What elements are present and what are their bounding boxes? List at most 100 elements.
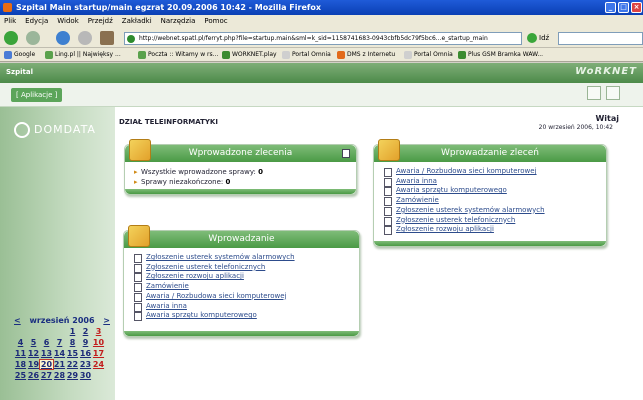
bookmark-icon — [458, 51, 466, 59]
bookmark-item[interactable]: Poczta :: Witamy w rs... — [138, 48, 218, 61]
bookmark-item[interactable]: Ling.pl || Najwięksy ... — [45, 48, 121, 61]
calendar-day[interactable]: 22 — [66, 360, 79, 369]
panel-link[interactable]: Zgłoszenie usterek telefonicznych — [384, 216, 600, 226]
calendar-day[interactable]: 12 — [27, 349, 40, 358]
panel-title: Wprowadzanie zleceń — [440, 148, 539, 158]
calendar-day[interactable]: 30 — [79, 371, 92, 380]
panel-link[interactable]: Awaria sprzętu komputerowego — [384, 186, 600, 197]
minimize-button[interactable]: _ — [605, 2, 616, 13]
panel-body: Awaria / Rozbudowa sieci komputerowej Awa… — [374, 162, 606, 239]
users-icon[interactable] — [606, 86, 620, 100]
folder-icon — [128, 225, 150, 247]
bookmark-icon — [138, 51, 146, 59]
greeting: Witaj — [595, 114, 619, 123]
panel-link[interactable]: Zamówienie — [134, 282, 353, 292]
calendar-day[interactable]: 7 — [53, 338, 66, 347]
calendar-day[interactable]: 24 — [92, 360, 105, 369]
calendar-day[interactable]: 20 — [39, 359, 54, 370]
panel-body: Zgłoszenie usterek systemów alarmowych Zg… — [124, 248, 359, 325]
url-field[interactable]: http://webnet.spatl.pl/ferryt.php?file=s… — [124, 32, 522, 45]
bookmark-item[interactable]: Plus GSM Bramka WAW... — [458, 48, 543, 61]
go-button[interactable]: Idź — [527, 32, 553, 45]
prev-month-button[interactable]: < — [14, 316, 21, 325]
reload-icon[interactable] — [56, 31, 70, 45]
bookmark-item[interactable]: Portal Omnia — [404, 48, 453, 61]
calendar-empty-cell — [92, 371, 105, 380]
search-input[interactable] — [558, 32, 643, 45]
back-icon[interactable] — [4, 31, 18, 45]
calendar-day[interactable]: 8 — [66, 338, 79, 347]
calendar-day[interactable]: 11 — [14, 349, 27, 358]
calendar-day[interactable]: 13 — [40, 349, 53, 358]
bookmark-icon — [4, 51, 12, 59]
calendar-day[interactable]: 1 — [66, 327, 79, 336]
department-title: DZIAŁ TELEINFORMATYKI — [119, 118, 218, 126]
calendar-day[interactable]: 19 — [27, 360, 40, 369]
panel-link[interactable]: Awaria sprzętu komputerowego — [134, 311, 353, 321]
panel-header: Wprowadzanie zleceń — [374, 139, 606, 162]
calendar-day[interactable]: 14 — [53, 349, 66, 358]
home-icon[interactable] — [587, 86, 601, 100]
calendar-day[interactable]: 27 — [40, 371, 53, 380]
company-logo: DOMDATA — [14, 121, 108, 139]
calendar-day[interactable]: 3 — [92, 327, 105, 336]
home-icon[interactable] — [100, 31, 114, 45]
bookmark-icon — [45, 51, 53, 59]
bookmark-item[interactable]: Portal Omnia — [282, 48, 331, 61]
forward-icon[interactable] — [26, 31, 40, 45]
menu-zakladki[interactable]: Zakładki — [122, 15, 152, 28]
panel-link[interactable]: Awaria / Rozbudowa sieci komputerowej — [384, 167, 600, 177]
calendar-day[interactable]: 2 — [79, 327, 92, 336]
panel-link[interactable]: Zgłoszenie usterek telefonicznych — [134, 263, 353, 273]
bookmark-item[interactable]: DMS z Internetu — [337, 48, 395, 61]
menu-przejdz[interactable]: Przejdź — [88, 15, 113, 28]
panel-body: Wszystkie wprowadzone sprawy: 0 Sprawy n… — [125, 162, 356, 191]
next-month-button[interactable]: > — [103, 316, 110, 325]
panel-header: Wprowadzone zlecenia — [125, 139, 356, 162]
close-button[interactable]: × — [631, 2, 642, 13]
calendar-day[interactable]: 18 — [14, 360, 27, 369]
calendar-day[interactable]: 4 — [14, 338, 27, 347]
bookmark-icon — [222, 51, 230, 59]
calendar-day[interactable]: 6 — [40, 338, 53, 347]
panel-footer — [124, 331, 359, 336]
calendar-empty-cell — [40, 327, 53, 336]
calendar-grid: 1 2 3 4 5 6 7 8 9 10 11 12 13 14 15 16 17 18 19 20 21 22 23 24 2… — [14, 327, 110, 380]
menu-edycja[interactable]: Edycja — [25, 15, 48, 28]
panel-link[interactable]: Awaria / Rozbudowa sieci komputerowej — [134, 292, 353, 302]
tab-aplikacje[interactable]: [ Aplikacje ] — [11, 88, 63, 102]
calendar-day[interactable]: 28 — [53, 371, 66, 380]
panel-link[interactable]: Awaria inna — [134, 302, 353, 312]
menu-pomoc[interactable]: Pomoc — [204, 15, 227, 28]
sidebar: DOMDATA < wrzesień 2006 > 1 2 3 4 5 6 7 8 9 10 11 1… — [0, 107, 115, 400]
maximize-button[interactable]: □ — [618, 2, 629, 13]
stop-icon[interactable] — [78, 31, 92, 45]
calendar-day[interactable]: 21 — [53, 360, 66, 369]
menu-plik[interactable]: Plik — [4, 15, 16, 28]
calendar-day[interactable]: 29 — [66, 371, 79, 380]
panel-link[interactable]: Awaria inna — [384, 177, 600, 187]
calendar-month: wrzesień 2006 — [29, 316, 95, 325]
panel-link[interactable]: Zgłoszenie rozwoju aplikacji — [134, 272, 353, 283]
menu-narzedzia[interactable]: Narzędzia — [161, 15, 196, 28]
panel-link[interactable]: Zgłoszenie rozwoju aplikacji — [384, 225, 600, 235]
calendar-day[interactable]: 23 — [79, 360, 92, 369]
bookmark-icon — [282, 51, 290, 59]
panel-link[interactable]: Zamówienie — [384, 196, 600, 206]
bookmark-item[interactable]: Google — [4, 48, 35, 61]
calendar-day[interactable]: 15 — [66, 349, 79, 358]
logo-mark — [14, 122, 30, 138]
panel-link[interactable]: Zgłoszenie usterek systemów alarmowych — [134, 253, 353, 263]
calendar-day[interactable]: 16 — [79, 349, 92, 358]
bookmark-item[interactable]: WORKNET.play — [222, 48, 277, 61]
calendar-day[interactable]: 5 — [27, 338, 40, 347]
panel-link[interactable]: Zgłoszenie usterek systemów alarmowych — [384, 206, 600, 216]
menu-widok[interactable]: Widok — [57, 15, 79, 28]
calendar-day[interactable]: 9 — [79, 338, 92, 347]
go-label: Idź — [539, 34, 550, 42]
calendar-day[interactable]: 26 — [27, 371, 40, 380]
calendar-day[interactable]: 10 — [92, 338, 105, 347]
calendar-day[interactable]: 25 — [14, 371, 27, 380]
calendar-day[interactable]: 17 — [92, 349, 105, 358]
document-icon[interactable] — [342, 149, 350, 158]
